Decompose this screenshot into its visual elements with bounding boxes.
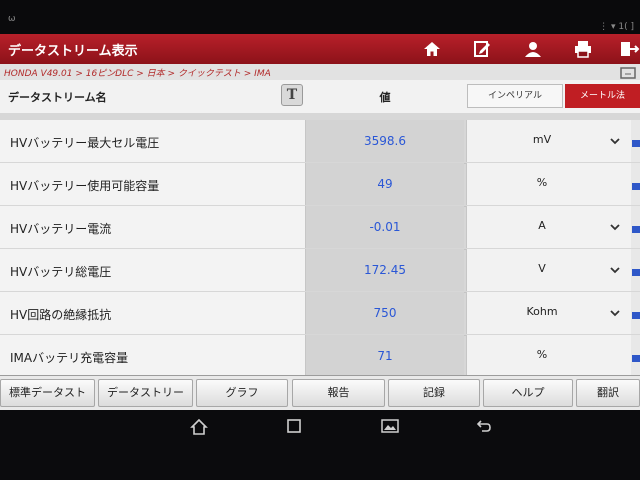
row-unit: % (536, 176, 548, 189)
chevron-down-icon[interactable] (609, 304, 621, 323)
app-title: データストリーム表示 (8, 44, 138, 59)
table-row[interactable]: HV回路の絶縁抵抗 750 Kohm (0, 292, 640, 336)
home-nav-icon[interactable] (190, 418, 208, 440)
graph-select-icon[interactable] (632, 349, 640, 368)
unit-cell: % (466, 335, 632, 375)
gallery-icon[interactable] (381, 418, 399, 438)
unit-select[interactable]: Kohm (466, 292, 632, 334)
graph-select-icon[interactable] (632, 134, 640, 153)
exit-icon[interactable] (618, 39, 640, 59)
breadcrumb-bar: HONDA V49.01 > 16ピンDLC > 日本 > クイックテスト > … (0, 64, 640, 81)
back-icon[interactable] (474, 418, 492, 438)
imperial-toggle-button[interactable]: インペリアル (467, 84, 563, 108)
row-name: IMAバッテリ充電容量 (10, 351, 129, 365)
status-bar: ω ⋮ ▾ 1( ] (0, 0, 640, 34)
unit-toggle: インペリアル メートル法 (467, 84, 640, 108)
android-nav-bar (0, 410, 640, 480)
translate-button[interactable]: 翻訳 (576, 379, 640, 407)
row-unit: % (536, 348, 548, 361)
row-unit: Kohm (526, 305, 558, 318)
home-icon[interactable] (421, 39, 443, 59)
user-icon[interactable] (522, 39, 544, 59)
status-left-text: ω (8, 14, 16, 24)
recents-icon[interactable] (286, 418, 302, 438)
column-header-value: 値 (379, 91, 391, 104)
unit-cell: % (466, 163, 632, 205)
graph-select-icon[interactable] (632, 220, 640, 239)
datastream-button[interactable]: データストリー (98, 379, 193, 407)
table-row[interactable]: HVバッテリ総電圧 172.45 V (0, 249, 640, 293)
table-row[interactable]: HVバッテリー使用可能容量 49 % (0, 163, 640, 207)
row-value: 49 (306, 163, 464, 205)
column-header-name: データストリーム名 (8, 91, 107, 104)
row-unit: A (538, 219, 546, 232)
help-button[interactable]: ヘルプ (483, 379, 573, 407)
breadcrumb: HONDA V49.01 > 16ピンDLC > 日本 > クイックテスト > … (4, 69, 271, 79)
table-row[interactable]: IMAバッテリ充電容量 71 % (0, 335, 640, 375)
row-value: 3598.6 (306, 120, 464, 162)
chevron-down-icon[interactable] (609, 218, 621, 237)
report-button[interactable]: 報告 (292, 379, 385, 407)
standard-datastream-button[interactable]: 標準データスト (0, 379, 95, 407)
row-name: HVバッテリ総電圧 (10, 265, 112, 279)
chevron-down-icon[interactable] (609, 132, 621, 151)
unit-select[interactable]: mV (466, 120, 632, 162)
graph-select-icon[interactable] (632, 306, 640, 325)
row-unit: V (538, 262, 546, 275)
row-name: HVバッテリー電流 (10, 222, 112, 236)
metric-toggle-button[interactable]: メートル法 (565, 84, 640, 108)
table-row[interactable]: HVバッテリー電流 -0.01 A (0, 206, 640, 250)
printer-icon[interactable] (572, 39, 594, 59)
row-unit: mV (532, 133, 552, 146)
row-value: -0.01 (306, 206, 464, 248)
data-stream-table: HVバッテリー最大セル電圧 3598.6 mV HVバッテリー使用可能容量 49… (0, 113, 640, 375)
row-value: 71 (306, 335, 464, 375)
graph-select-icon[interactable] (632, 263, 640, 282)
row-value: 172.45 (306, 249, 464, 291)
edit-icon[interactable] (471, 39, 493, 59)
row-name: HVバッテリー最大セル電圧 (10, 136, 160, 150)
text-size-button[interactable]: T (281, 84, 303, 106)
row-name: HVバッテリー使用可能容量 (10, 179, 160, 193)
record-button[interactable]: 記録 (388, 379, 480, 407)
table-header: データストリーム名 T 値 インペリアル メートル法 (0, 80, 640, 114)
app-titlebar: データストリーム表示 (0, 34, 640, 64)
unit-select[interactable]: V (466, 249, 632, 291)
row-name: HV回路の絶縁抵抗 (10, 308, 112, 322)
table-row[interactable]: HVバッテリー最大セル電圧 3598.6 mV (0, 120, 640, 164)
status-right-text: ⋮ ▾ 1( ] (599, 22, 634, 32)
graph-button[interactable]: グラフ (196, 379, 288, 407)
graph-select-icon[interactable] (632, 177, 640, 196)
row-value: 750 (306, 292, 464, 334)
chevron-down-icon[interactable] (609, 261, 621, 280)
bottom-toolbar: 標準データスト データストリー グラフ 報告 記録 ヘルプ 翻訳 (0, 375, 640, 411)
unit-select[interactable]: A (466, 206, 632, 248)
